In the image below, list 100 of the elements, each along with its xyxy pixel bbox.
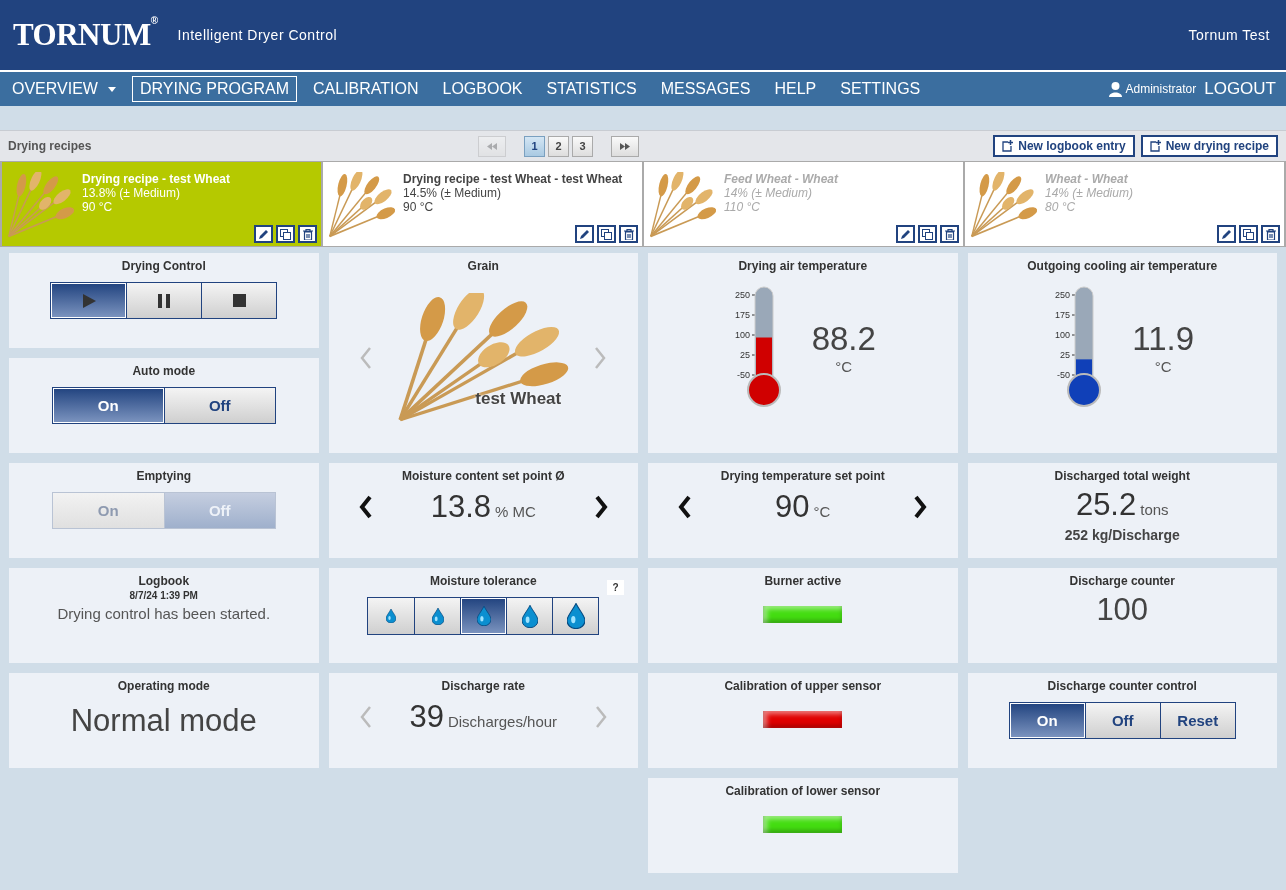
drop-button[interactable]: [414, 598, 461, 634]
edit-button[interactable]: [254, 225, 273, 243]
recipe-moisture: 14.5% (± Medium): [403, 186, 502, 200]
copy-icon: [280, 228, 291, 240]
new-entry-button[interactable]: New drying recipe: [1140, 135, 1278, 157]
counter-value: 100: [1096, 592, 1149, 628]
user-icon: [1108, 81, 1122, 97]
toggle-button[interactable]: Reset: [1159, 703, 1235, 738]
nav-item[interactable]: CALIBRATION: [305, 76, 427, 102]
page-button[interactable]: 1: [524, 135, 545, 157]
panel-title: Discharge counter: [1069, 574, 1175, 588]
copy-button[interactable]: [276, 225, 295, 243]
recipe-title: Wheat - Wheat: [1045, 172, 1129, 186]
setpoint-value: 13.8: [430, 489, 491, 525]
toggle-button[interactable]: On: [1009, 703, 1085, 738]
recipe-temperature: 80 °C: [1045, 200, 1077, 214]
copy-icon: [922, 228, 933, 240]
chevron-right-icon[interactable]: [913, 495, 928, 519]
unit-label: tons: [1140, 501, 1169, 518]
nav-item[interactable]: SETTINGS: [832, 76, 929, 102]
drop-icon: [476, 606, 491, 626]
copy-button[interactable]: [597, 225, 616, 243]
nav-item[interactable]: MESSAGES: [652, 76, 759, 102]
site-name: Tornum Test: [1188, 27, 1270, 43]
drop-icon: [386, 609, 397, 623]
toggle-button[interactable]: Off: [1084, 703, 1160, 738]
nav-item[interactable]: HELP: [766, 76, 825, 102]
unit-label: °C: [835, 358, 853, 375]
next-page-button[interactable]: [611, 135, 639, 157]
scale-label: -50: [1057, 370, 1071, 380]
toggle-button[interactable]: Off: [163, 388, 275, 423]
unit-label: % MC: [495, 503, 536, 520]
logout-link[interactable]: LOGOUT: [1204, 79, 1276, 99]
scale-label: 25: [739, 350, 750, 360]
chevron-left-icon[interactable]: [678, 495, 692, 519]
chevron-right-icon[interactable]: [594, 495, 608, 519]
recipe-moisture: 14% (± Medium): [1045, 186, 1133, 200]
page-button[interactable]: 2: [548, 135, 569, 157]
copy-icon: [601, 228, 612, 240]
weight-detail: 252 kg/Discharge: [1064, 527, 1180, 543]
page-button[interactable]: 3: [572, 135, 593, 157]
panel-title: Outgoing cooling air temperature: [1027, 259, 1218, 273]
nav-item[interactable]: LOGBOOK: [434, 76, 531, 102]
play-button[interactable]: [51, 283, 127, 318]
copy-icon: [1243, 228, 1254, 240]
chevron-left-icon[interactable]: [358, 495, 373, 519]
mode-value: Normal mode: [70, 703, 257, 739]
section-title: Drying recipes: [8, 139, 93, 153]
temperature-value: 11.9: [1132, 320, 1195, 358]
drop-button[interactable]: [368, 598, 415, 634]
scale-label: 25: [1060, 350, 1071, 360]
panel-title: Burner active: [764, 574, 842, 588]
trash-icon: [623, 228, 634, 240]
stop-button[interactable]: [201, 283, 277, 318]
help-button[interactable]: ?: [607, 580, 624, 595]
delete-button[interactable]: [619, 225, 638, 243]
nav-item[interactable]: DRYING PROGRAM: [131, 76, 297, 102]
play-icon: [80, 292, 97, 309]
delete-button[interactable]: [298, 225, 317, 243]
trash-icon: [1265, 228, 1276, 240]
scale-label: 100: [1055, 330, 1071, 340]
nav-item[interactable]: OVERVIEW: [4, 76, 124, 102]
pause-button[interactable]: [126, 283, 202, 318]
drop-button[interactable]: [506, 598, 553, 634]
edit-button[interactable]: [575, 225, 594, 243]
scale-label: -50: [736, 370, 750, 380]
panel-title: Operating mode: [117, 679, 210, 693]
drop-button[interactable]: [460, 598, 507, 634]
panel-title: Moisture content set point Ø: [401, 469, 565, 483]
log-message: Drying control has been started.: [57, 605, 271, 622]
nav-item[interactable]: STATISTICS: [538, 76, 645, 102]
recipe-temperature: 90 °C: [403, 200, 435, 214]
trash-icon: [302, 228, 313, 240]
log-time: 8/7/24 1:39 PM: [129, 590, 198, 601]
double-left-icon: [487, 142, 497, 150]
recipe-title: Drying recipe - test Wheat: [82, 172, 231, 186]
panel-title: Discharged total weight: [1054, 469, 1190, 483]
recipe-temperature: 110 °C: [724, 200, 761, 214]
new-entry-button[interactable]: New logbook entry: [993, 135, 1135, 157]
user-name: Administrator: [1125, 82, 1197, 96]
drop-button[interactable]: [552, 598, 599, 634]
panel-title: Moisture tolerance: [429, 574, 537, 588]
pause-icon: [158, 293, 171, 308]
recipe-title: Drying recipe - test Wheat - test Wheat: [403, 172, 623, 186]
panel-title: Discharge rate: [441, 679, 525, 693]
panel-title: Drying temperature set point: [720, 469, 885, 483]
panel-title: Calibration of upper sensor: [724, 679, 882, 693]
panel-title: Emptying: [136, 469, 192, 483]
add-note-icon: [1149, 140, 1161, 152]
unit-label: Discharges/hour: [447, 713, 558, 730]
scale-label: 175: [734, 310, 750, 320]
panel-title: Calibration of lower sensor: [725, 784, 881, 798]
panel-title: Logbook: [138, 574, 190, 588]
trash-icon: [944, 228, 955, 240]
caret-icon: [107, 86, 116, 92]
grain-name: test Wheat: [475, 389, 562, 409]
add-note-icon: [1002, 140, 1014, 152]
toggle-button[interactable]: On: [52, 388, 164, 423]
recipe-card[interactable]: Drying recipe - test Wheat - test Wheat 14.5% (± Medium) 90 °C: [323, 162, 642, 246]
recipe-title: Feed Wheat - Wheat: [724, 172, 838, 186]
